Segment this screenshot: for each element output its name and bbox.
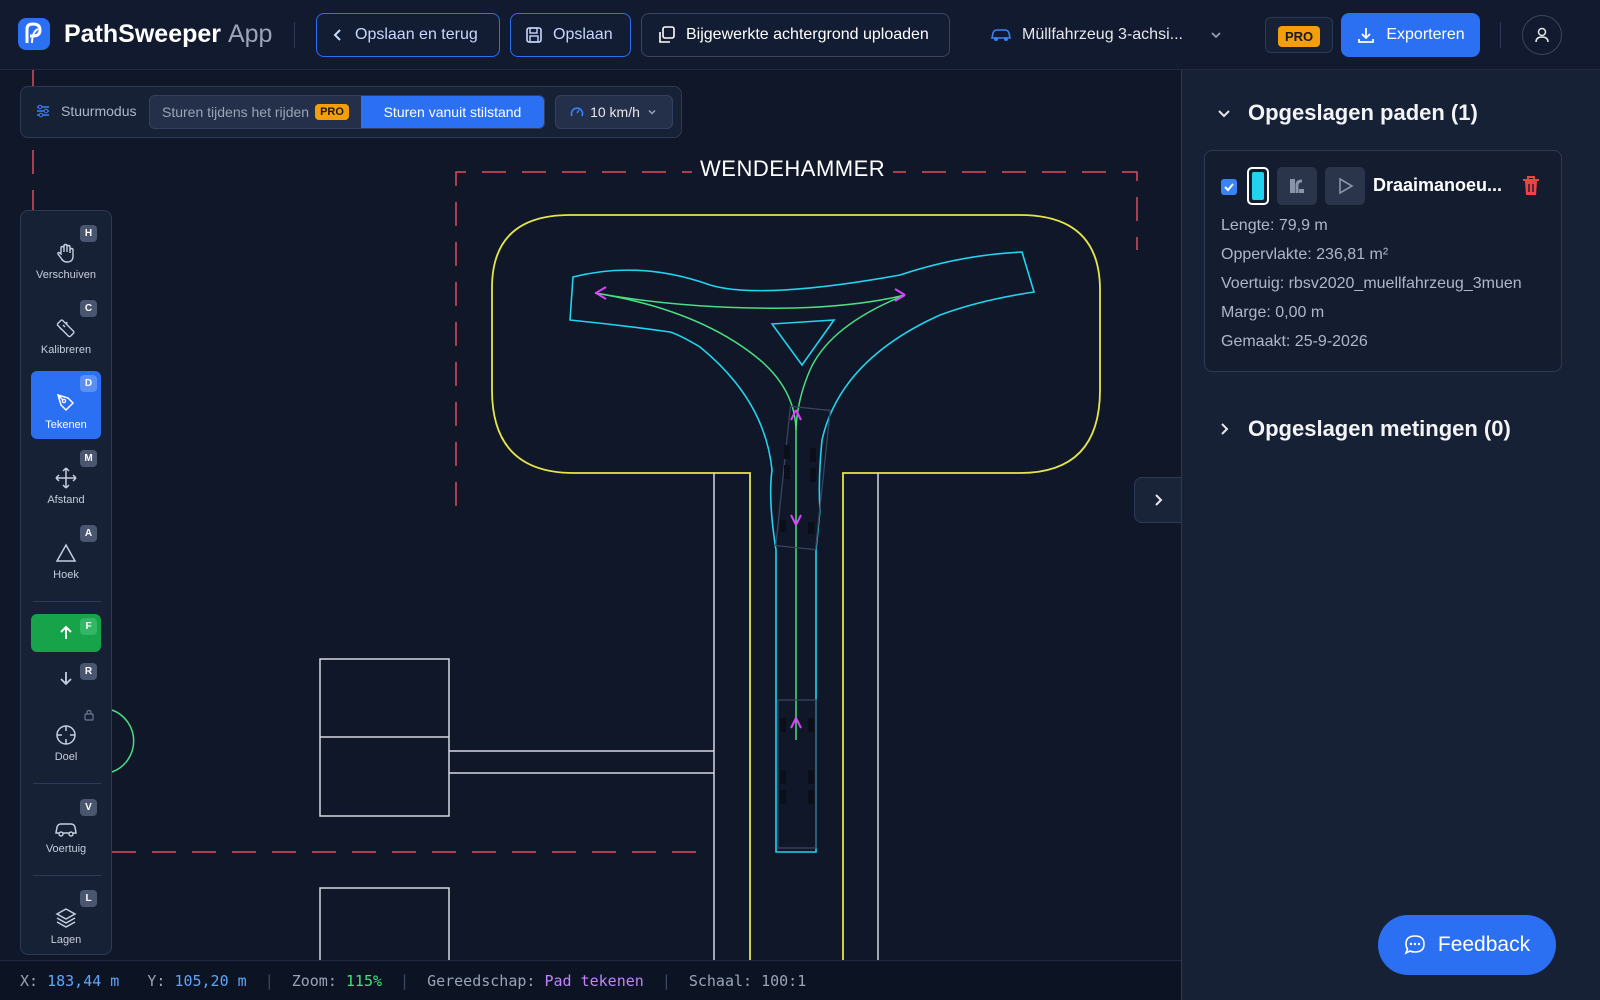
steer-mode-toggle: Sturen tijdens het rijden PRO Sturen van… — [149, 95, 545, 129]
x-coordinate: 183,44 m — [47, 971, 120, 990]
tool-distance[interactable]: M Afstand — [31, 446, 101, 514]
chevron-right-icon — [1155, 494, 1163, 506]
steer-mode-bar: Stuurmodus Sturen tijdens het rijden PRO… — [20, 86, 682, 138]
crosshair-icon — [56, 725, 76, 745]
save-icon — [526, 27, 542, 43]
chat-bubble-icon — [1404, 935, 1425, 955]
header-divider — [294, 22, 295, 48]
export-button[interactable]: Exporteren — [1341, 13, 1480, 57]
collapse-panel-button[interactable] — [1134, 477, 1181, 523]
path-name[interactable]: Draaimanoeu... — [1373, 175, 1502, 196]
arrow-up-icon — [60, 625, 72, 639]
header-divider — [1500, 22, 1501, 48]
pro-indicator[interactable]: PRO — [1265, 17, 1333, 53]
chevron-down-icon — [1218, 110, 1230, 118]
play-path-button[interactable] — [1325, 167, 1365, 205]
tool-layers[interactable]: L Lagen — [31, 886, 101, 954]
hand-icon — [57, 243, 74, 263]
zoom-level: 115% — [345, 971, 383, 990]
path-vehicle: Voertuig: rbsv2020_muellfahrzeug_3muen — [1221, 275, 1522, 292]
path-length: Lengte: 79,9 m — [1221, 217, 1328, 234]
app-logo — [18, 18, 50, 50]
toolbar-divider — [33, 783, 101, 784]
drawing-title: WENDEHAMMER — [692, 156, 894, 182]
tool-angle[interactable]: A Hoek — [31, 521, 101, 589]
tool-draw[interactable]: D Tekenen — [31, 371, 101, 439]
chevron-left-icon — [333, 29, 341, 41]
app-name: PathSweeper App — [64, 20, 273, 48]
tool-sidebar: H Verschuiven C Kalibreren D Tekenen M A… — [20, 210, 112, 955]
saved-paths-header[interactable]: Opgeslagen paden (1) — [1216, 100, 1478, 126]
edit-path-button[interactable] — [1277, 167, 1317, 205]
drawing-canvas[interactable]: WENDEHAMMER Stuurmodus Sturen tijdens he… — [0, 70, 1181, 960]
path-area: Oppervlakte: 236,81 m² — [1221, 246, 1389, 263]
speed-selector[interactable]: 10 km/h — [555, 95, 673, 129]
chevron-down-icon — [1211, 32, 1221, 39]
play-icon — [1339, 177, 1354, 195]
tool-reverse[interactable]: R — [31, 659, 101, 697]
car-icon — [55, 823, 77, 837]
download-icon — [1358, 28, 1375, 43]
pen-tool-icon — [56, 393, 75, 412]
layers-icon — [55, 908, 77, 928]
toolbar-divider — [33, 875, 101, 876]
saved-measurements-header[interactable]: Opgeslagen metingen (0) — [1216, 416, 1511, 442]
arrow-down-icon — [60, 672, 72, 686]
feedback-button[interactable]: Feedback — [1378, 915, 1556, 975]
steer-while-driving-option[interactable]: Sturen tijdens het rijden PRO — [150, 96, 361, 128]
cad-drawing[interactable] — [0, 70, 1181, 960]
lock-icon — [84, 709, 94, 721]
toolbar-divider — [33, 601, 101, 602]
move-arrows-icon — [55, 467, 77, 489]
path-edit-icon — [1290, 179, 1304, 193]
pro-badge: PRO — [315, 104, 349, 120]
chevron-right-icon — [1221, 423, 1229, 435]
side-panel: Opgeslagen paden (1) Draaimanoeu... Leng… — [1181, 70, 1600, 1000]
y-coordinate: 105,20 m — [174, 971, 247, 990]
speedometer-icon — [570, 107, 584, 117]
save-and-back-button[interactable]: Opslaan en terug — [316, 13, 500, 57]
tool-pan[interactable]: H Verschuiven — [31, 221, 101, 289]
active-tool: Pad tekenen — [544, 971, 644, 990]
check-icon — [1224, 183, 1234, 192]
ruler-icon — [56, 319, 75, 338]
path-margin: Marge: 0,00 m — [1221, 304, 1325, 321]
color-fill — [1252, 172, 1264, 200]
tool-calibrate[interactable]: C Kalibreren — [31, 296, 101, 364]
path-created: Gemaakt: 25-9-2026 — [1221, 333, 1368, 350]
triangle-icon — [55, 543, 77, 562]
car-icon — [991, 29, 1011, 41]
delete-path-button[interactable] — [1521, 175, 1541, 202]
chevron-down-icon — [648, 109, 656, 115]
tool-forward[interactable]: F — [31, 614, 101, 652]
path-color-swatch[interactable] — [1247, 167, 1269, 205]
steer-from-standstill-option[interactable]: Sturen vanuit stilstand — [360, 96, 544, 128]
sliders-icon — [37, 104, 49, 118]
path-visibility-checkbox[interactable] — [1221, 179, 1237, 195]
trash-icon — [1523, 176, 1539, 195]
status-bar: X: 183,44 m Y: 105,20 m | Zoom: 115% | G… — [0, 960, 1181, 1000]
scale-value: 100:1 — [761, 971, 807, 990]
tool-target[interactable]: Doel — [31, 703, 101, 771]
vehicle-selector[interactable]: Müllfahrzeug 3-achsi... — [990, 20, 1223, 50]
user-icon — [1535, 27, 1549, 43]
save-button[interactable]: Opslaan — [510, 13, 631, 57]
upload-background-button[interactable]: Bijgewerkte achtergrond uploaden — [641, 13, 950, 57]
copy-upload-icon — [659, 26, 675, 43]
user-menu-button[interactable] — [1522, 15, 1562, 55]
saved-path-card: Draaimanoeu... Lengte: 79,9 m Oppervlakt… — [1204, 150, 1562, 372]
app-header: PathSweeper App Opslaan en terug Opslaan… — [0, 0, 1600, 70]
tool-vehicle[interactable]: V Voertuig — [31, 795, 101, 863]
steer-mode-label: Stuurmodus — [35, 103, 136, 119]
